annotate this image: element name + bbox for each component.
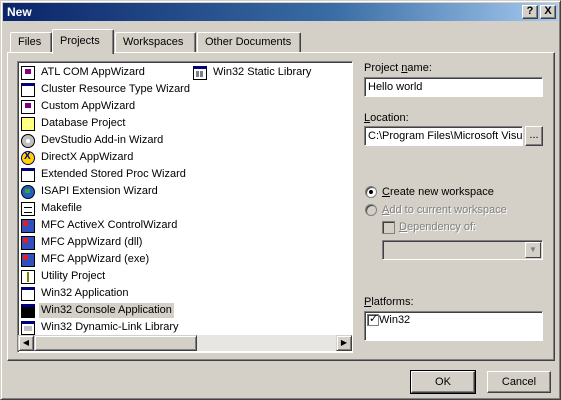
tab-projects-label: Projects	[60, 35, 100, 47]
dependency-checkbox[interactable]	[382, 221, 395, 234]
list-item[interactable]: Win32 Static Library	[193, 64, 313, 81]
win32-app-icon	[21, 286, 35, 301]
chevron-down-icon[interactable]: ▼	[525, 242, 541, 258]
platform-win32-checkbox[interactable]	[367, 312, 379, 326]
list-item[interactable]: DevStudio Add-in Wizard	[21, 132, 165, 149]
tab-files-label: Files	[18, 36, 42, 48]
list-item[interactable]: Extended Stored Proc Wizard	[21, 166, 188, 183]
list-item[interactable]: Win32 Application	[21, 285, 130, 302]
scroll-right-button[interactable]: ▶	[336, 335, 352, 351]
new-dialog: New ? X Files Projects Workspaces Other …	[0, 0, 561, 400]
tab-workspaces-label: Workspaces	[123, 36, 184, 48]
directx-icon	[21, 150, 35, 165]
help-button[interactable]: ?	[522, 5, 538, 19]
tab-other-documents[interactable]: Other Documents	[197, 32, 301, 53]
mfc-activex-icon	[21, 218, 35, 233]
list-item[interactable]: MFC AppWizard (dll)	[21, 234, 144, 251]
mfc-dll-icon	[21, 235, 35, 250]
project-name-input[interactable]: Hello world	[364, 77, 543, 97]
static-lib-icon	[193, 65, 207, 80]
list-item[interactable]: Cluster Resource Type Wizard	[21, 81, 192, 98]
title-bar[interactable]: New ? X	[3, 3, 558, 21]
tab-projects[interactable]: Projects	[52, 29, 114, 54]
list-item[interactable]: ISAPI Extension Wizard	[21, 183, 160, 200]
scroll-left-button[interactable]: ◀	[18, 335, 34, 351]
close-button[interactable]: X	[540, 5, 556, 19]
gear-icon	[21, 133, 35, 148]
dependency-dropdown[interactable]: ▼	[382, 240, 543, 260]
cluster-wizard-icon	[21, 82, 35, 97]
platforms-list[interactable]: Win32	[364, 311, 543, 341]
create-workspace-radio[interactable]	[365, 186, 377, 198]
dll-icon	[21, 320, 35, 335]
project-type-list[interactable]: ATL COM AppWizard Cluster Resource Type …	[17, 61, 353, 353]
list-item[interactable]: Makefile	[21, 200, 84, 217]
makefile-icon	[21, 201, 35, 216]
atl-wizard-icon	[21, 65, 35, 80]
cancel-button[interactable]: Cancel	[487, 371, 551, 393]
project-name-label: Project name:	[364, 62, 432, 74]
list-item[interactable]: Custom AppWizard	[21, 98, 137, 115]
ok-button[interactable]: OK	[410, 370, 476, 394]
utility-icon	[21, 269, 35, 284]
list-item[interactable]: Win32 Dynamic-Link Library	[21, 319, 181, 336]
custom-wizard-icon	[21, 99, 35, 114]
list-item[interactable]: MFC AppWizard (exe)	[21, 251, 151, 268]
database-icon	[21, 116, 35, 131]
list-item[interactable]: Database Project	[21, 115, 127, 132]
tab-files[interactable]: Files	[10, 32, 52, 53]
add-workspace-radio[interactable]	[365, 204, 377, 216]
list-item[interactable]: DirectX AppWizard	[21, 149, 135, 166]
list-item-selected[interactable]: Win32 Console Application	[21, 302, 174, 319]
tab-workspaces[interactable]: Workspaces	[115, 32, 196, 53]
console-icon	[21, 303, 35, 318]
location-input[interactable]: C:\Program Files\Microsoft Visua	[364, 126, 523, 146]
platform-win32-label: Win32	[379, 314, 411, 326]
stored-proc-icon	[21, 167, 35, 182]
scroll-thumb[interactable]	[34, 335, 197, 351]
browse-button[interactable]: ...	[525, 126, 543, 146]
add-workspace-label: Add to current workspace	[382, 204, 507, 216]
list-item[interactable]: Utility Project	[21, 268, 107, 285]
window-title: New	[7, 5, 32, 19]
tab-other-documents-label: Other Documents	[205, 36, 292, 48]
dependency-label: Dependency of:	[399, 221, 477, 233]
horizontal-scrollbar[interactable]: ◀ ▶	[18, 335, 352, 351]
mfc-exe-icon	[21, 252, 35, 267]
list-item[interactable]: ATL COM AppWizard	[21, 64, 147, 81]
globe-icon	[21, 184, 35, 199]
platforms-label: Platforms:	[364, 296, 414, 308]
location-label: Location:	[364, 112, 409, 124]
list-item[interactable]: MFC ActiveX ControlWizard	[21, 217, 179, 234]
create-workspace-label[interactable]: Create new workspace	[382, 186, 494, 198]
